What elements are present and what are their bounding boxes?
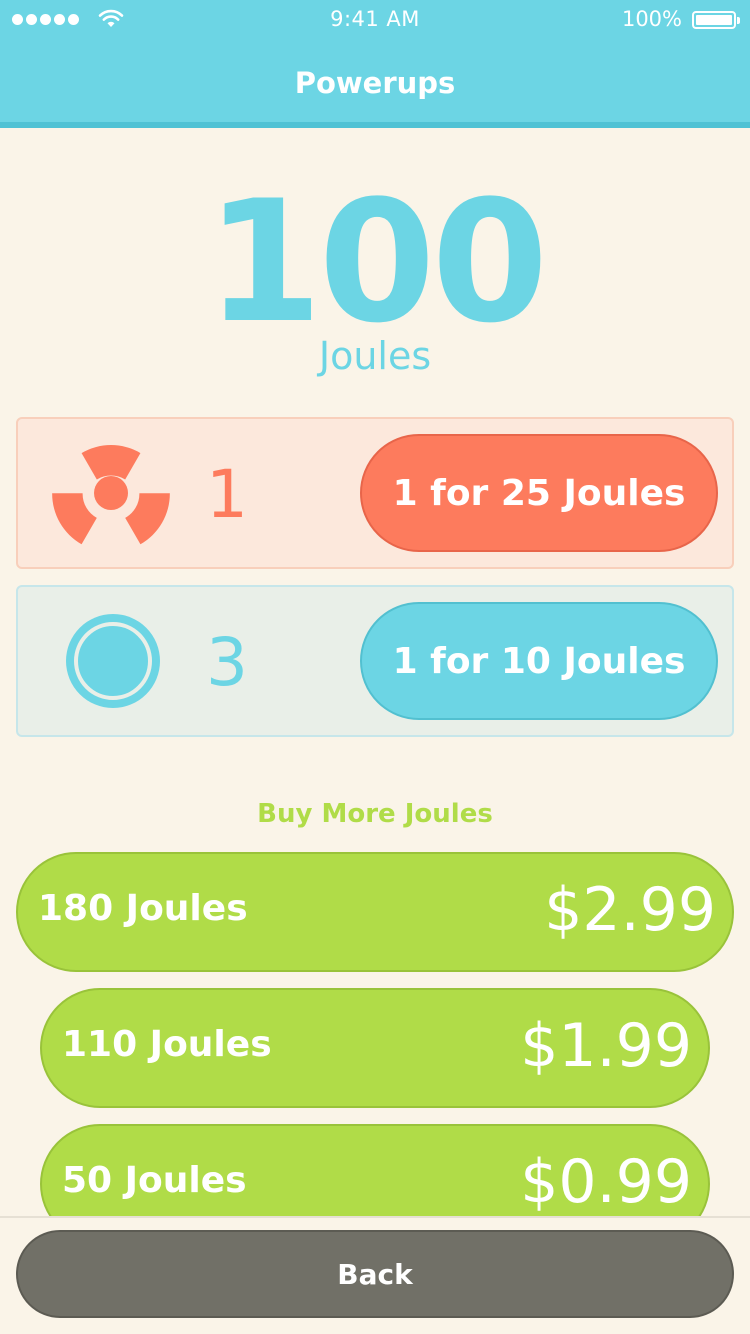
battery-level [696, 15, 732, 25]
radiation-blade-top [81, 445, 141, 480]
buy-radiation-powerup-button[interactable]: 1 for 25 Joules [360, 434, 718, 552]
buy-joules-heading: Buy More Joules [257, 799, 493, 829]
joule-balance: 100 [205, 164, 549, 360]
radiation-blade-right [125, 493, 170, 545]
battery-icon [692, 11, 740, 29]
shield-outer [66, 614, 160, 708]
joule-package-button[interactable]: 110 Joules $1.99 [40, 988, 710, 1108]
shield-ring-icon [66, 614, 160, 708]
battery-percentage: 100% [621, 7, 682, 31]
buy-shield-powerup-button[interactable]: 1 for 10 Joules [360, 602, 718, 720]
package-price: $0.99 [520, 1147, 692, 1217]
radiation-center [94, 476, 128, 510]
package-price: $1.99 [520, 1011, 692, 1081]
bottom-bar: Back [0, 1216, 750, 1334]
powerup-card-radiation: 1 1 for 25 Joules [16, 417, 734, 569]
package-name: 180 Joules [38, 888, 248, 929]
package-name: 50 Joules [62, 1160, 247, 1201]
joule-package-button[interactable]: 180 Joules $2.99 [16, 852, 734, 972]
powerup-card-shield: 3 1 for 10 Joules [16, 585, 734, 737]
radiation-blade-left [52, 493, 97, 545]
nav-header: 9:41 AM 100% Powerups [0, 0, 750, 128]
powerup-count: 1 [206, 456, 248, 533]
powerup-count: 3 [206, 624, 248, 701]
status-bar: 9:41 AM 100% [0, 0, 750, 40]
package-name: 110 Joules [62, 1024, 272, 1065]
radiation-icon [52, 445, 170, 545]
back-button[interactable]: Back [16, 1230, 734, 1318]
joule-balance-unit: Joules [318, 334, 432, 378]
package-price: $2.99 [544, 875, 716, 945]
page-title: Powerups [294, 66, 456, 100]
